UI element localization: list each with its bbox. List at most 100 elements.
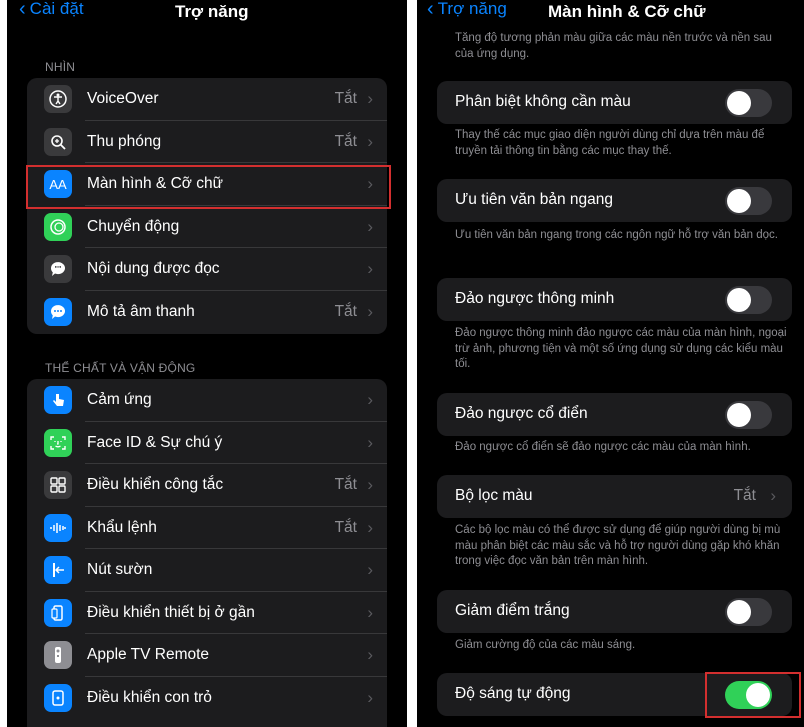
display-text-size-screen: ‹ Trợ năng Màn hình & Cỡ chữ Tăng độ tươ… [417,0,804,727]
row-description: Ưu tiên văn bản ngang trong các ngôn ngữ… [455,229,779,241]
row-differentiate-without-color[interactable]: Phân biệt không cần màu [437,81,792,124]
physical-group: Cảm ứng › Face ID & Sự chú ý › Điều khiể… [27,379,387,727]
row-color-filters[interactable]: Bộ lọc màu Tắt › [437,475,792,518]
voice-control-icon [44,513,72,542]
row-label: Khẩu lệnh [87,518,157,536]
row-classic-invert[interactable]: Đảo ngược cổ điển [437,393,792,436]
row-nearby-devices[interactable]: Điều khiển thiết bị ở gần › [27,592,387,634]
back-label: Cài đặt [29,0,84,18]
row-description: Các bộ lọc màu có thể được sử dụng để gi… [455,524,781,567]
row-value: Tắt [733,487,756,504]
row-label: Điều khiển con trỏ [87,688,212,706]
page-title: Màn hình & Cỡ chữ [548,2,706,21]
row-value: Tắt [334,302,357,320]
smart-invert-toggle[interactable] [725,286,772,314]
switch-control-icon [44,471,72,500]
chevron-right-icon: › [367,390,373,410]
face-id-icon [44,428,72,457]
tv-remote-icon [44,641,72,670]
row-value: Tắt [334,132,357,150]
chevron-right-icon: › [367,602,373,622]
voiceover-icon [44,85,72,114]
nav-bar: ‹ Trợ năng Màn hình & Cỡ chữ [417,0,804,28]
row-label: Giảm điểm trắng [455,602,570,619]
chevron-right-icon: › [367,517,373,537]
row-value: Tắt [334,518,357,536]
row-description: Thay thế các mục giao diện người dùng ch… [455,129,765,157]
audio-description-icon [44,297,72,326]
motion-icon [44,212,72,241]
row-label: Điều khiển công tắc [87,476,224,494]
row-label: Mô tả âm thanh [87,302,195,320]
differentiate-toggle[interactable] [725,89,772,117]
row-value: Tắt [334,476,357,494]
row-label: Face ID & Sự chú ý [87,433,223,451]
row-label: Phân biệt không cần màu [455,93,631,110]
row-switch-control[interactable]: Điều khiển công tắc Tắt › [27,464,387,507]
row-label: Độ sáng tự động [455,685,571,702]
back-label: Trợ năng [437,0,507,18]
row-label: Cảm ứng [87,391,152,409]
row-voiceover[interactable]: VoiceOver Tắt › [27,78,387,121]
section-header-vision: NHÌN [45,60,76,74]
row-label: Nút sườn [87,561,153,579]
row-apple-tv-remote[interactable]: Apple TV Remote › [27,634,387,677]
zoom-icon [44,127,72,156]
side-button-icon [44,556,72,585]
increase-contrast-description: Tăng độ tương phản màu giữa các màu nền … [455,32,772,60]
accessibility-screen: ‹ Cài đặt Trợ năng NHÌN VoiceOver Tắt › … [7,0,407,727]
row-zoom[interactable]: Thu phóng Tắt › [27,121,387,163]
row-voice-control[interactable]: Khẩu lệnh Tắt › [27,507,387,549]
chevron-right-icon: › [367,131,373,151]
chevron-right-icon: › [367,301,373,321]
highlight-box [705,672,801,718]
row-description: Giảm cường độ của các màu sáng. [455,639,636,651]
touch-icon [44,386,72,415]
page-title: Trợ năng [175,2,249,21]
row-side-button[interactable]: Nút sườn › [27,549,387,592]
row-label: Thu phóng [87,132,162,150]
row-reduce-white-point[interactable]: Giảm điểm trắng [437,590,792,633]
chevron-right-icon: › [367,560,373,580]
row-label: Ưu tiên văn bản ngang [455,191,614,208]
row-value: Tắt [334,90,357,108]
row-label: Đảo ngược thông minh [455,290,615,307]
nearby-devices-icon [44,598,72,627]
row-label: VoiceOver [87,90,159,108]
chevron-right-icon: › [367,432,373,452]
row-prefer-horizontal-text[interactable]: Ưu tiên văn bản ngang [437,179,792,222]
classic-invert-toggle[interactable] [725,401,772,429]
chevron-left-icon: ‹ [427,0,434,20]
highlight-box [26,165,391,209]
row-motion[interactable]: Chuyển động › [27,206,387,248]
row-smart-invert[interactable]: Đảo ngược thông minh [437,278,792,321]
row-label: Chuyển động [87,217,180,235]
pointer-control-icon [44,683,72,712]
row-label: Điều khiển thiết bị ở gần [87,603,255,621]
chevron-right-icon: › [367,216,373,236]
nav-bar: ‹ Cài đặt Trợ năng [7,0,407,28]
back-button[interactable]: ‹ Cài đặt [19,0,84,19]
chevron-right-icon: › [367,89,373,109]
row-pointer-control[interactable]: Điều khiển con trỏ › [27,677,387,720]
row-label: Bộ lọc màu [455,487,533,504]
chevron-right-icon: › [367,259,373,279]
row-label: Apple TV Remote [87,646,210,664]
row-label: Đảo ngược cổ điển [455,405,588,422]
section-header-physical: THỂ CHẤT VÀ VẬN ĐỘNG [45,361,196,375]
row-spoken-content[interactable]: "" Nội dung được đọc › [27,248,387,291]
row-face-id[interactable]: Face ID & Sự chú ý › [27,422,387,464]
row-description: Đảo ngược cổ điển sẽ đảo ngược các màu c… [455,441,751,453]
chevron-right-icon: › [367,475,373,495]
chevron-right-icon: › [770,486,776,505]
row-touch[interactable]: Cảm ứng › [27,379,387,422]
spoken-content-icon: "" [44,255,72,284]
row-audio-description[interactable]: Mô tả âm thanh Tắt › [27,291,387,334]
chevron-right-icon: › [367,645,373,665]
chevron-right-icon: › [367,687,373,707]
row-description: Đảo ngược thông minh đảo ngược các màu c… [455,327,787,370]
row-label: Nội dung được đọc [87,260,220,278]
reduce-white-point-toggle[interactable] [725,598,772,626]
horizontal-text-toggle[interactable] [725,187,772,215]
back-button[interactable]: ‹ Trợ năng [427,0,507,19]
